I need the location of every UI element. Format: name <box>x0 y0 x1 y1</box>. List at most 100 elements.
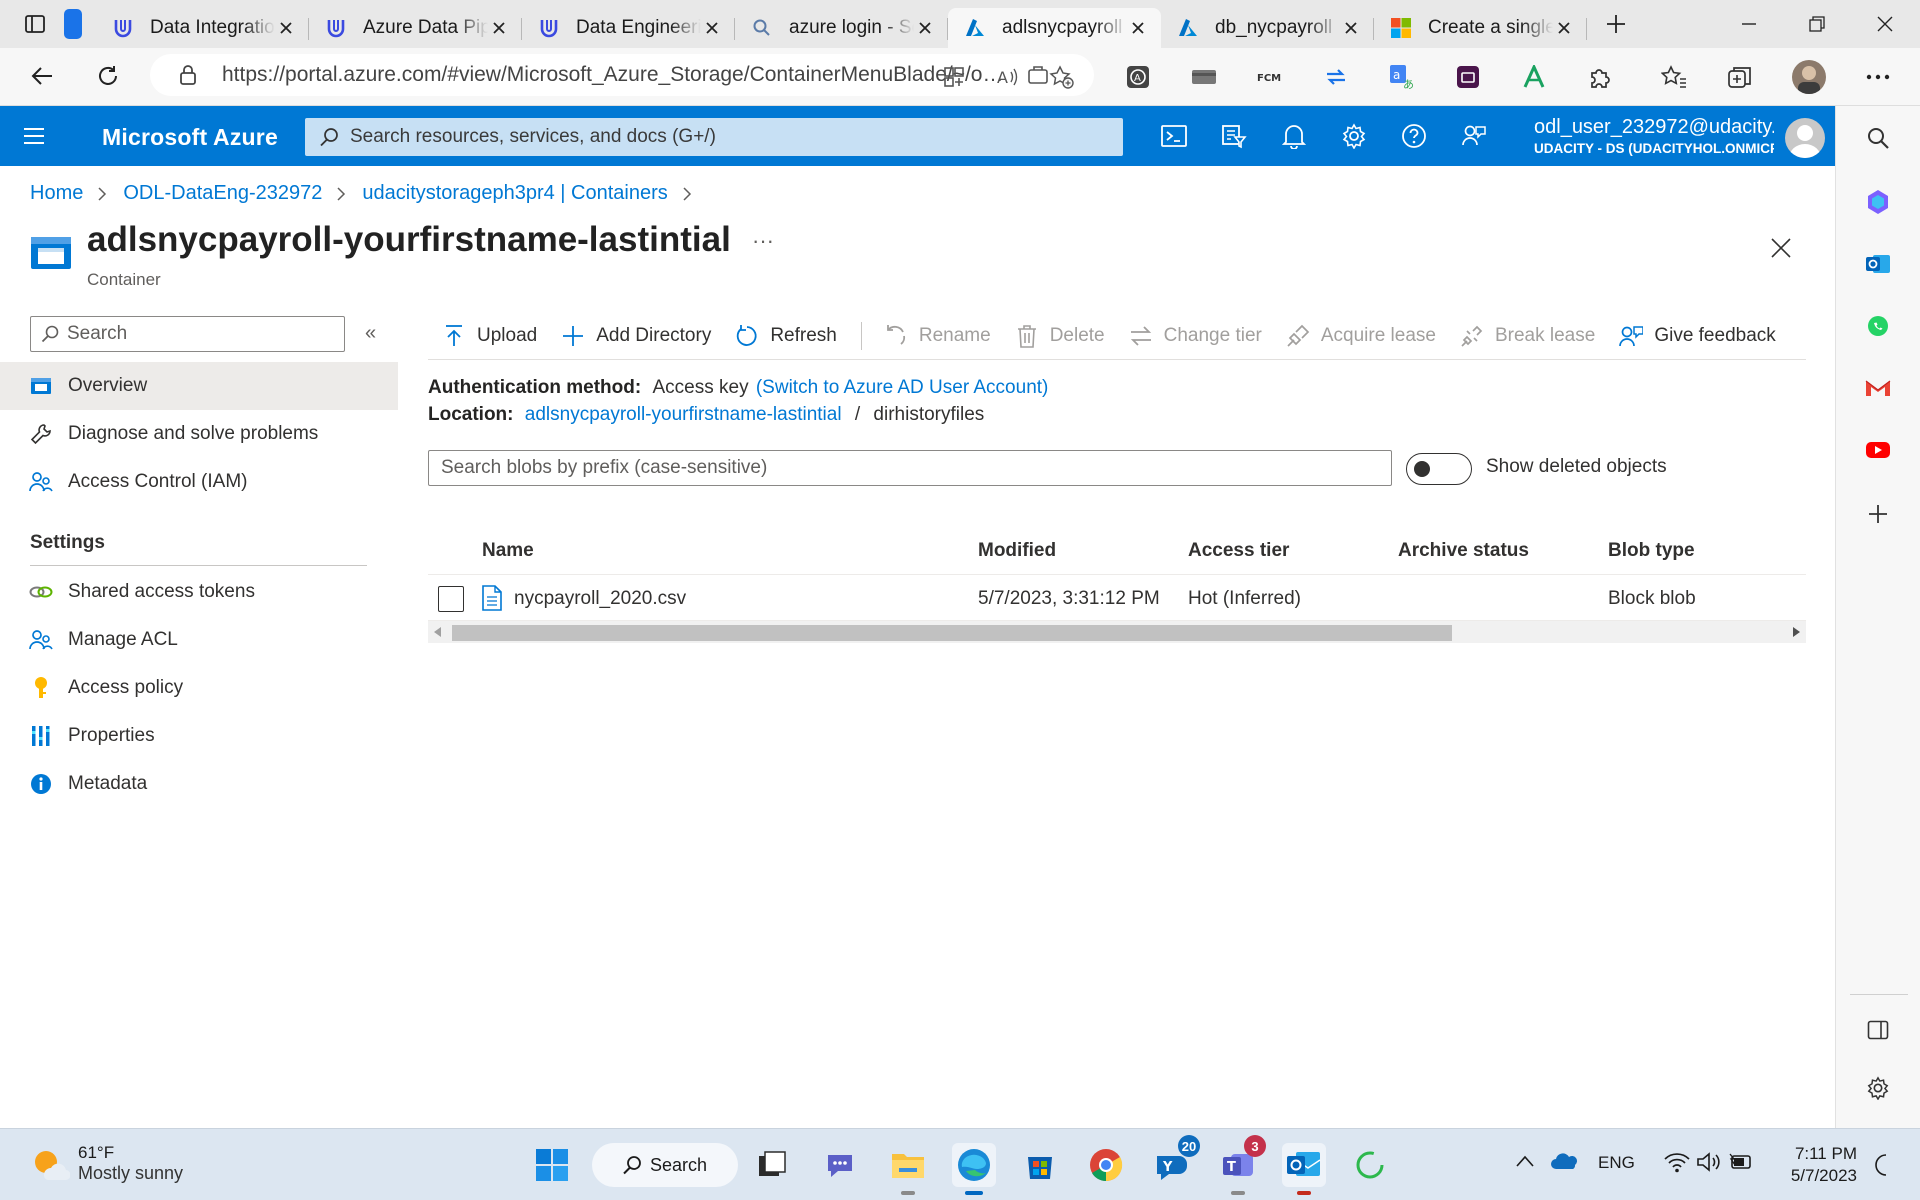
teams-chat-button[interactable] <box>818 1143 862 1187</box>
whatsapp-icon[interactable] <box>1862 310 1894 342</box>
lock-icon[interactable] <box>176 63 200 87</box>
breadcrumb-home[interactable]: Home <box>30 182 83 205</box>
menu-search-input[interactable]: Search <box>30 316 345 352</box>
column-header-blob-type[interactable]: Blob type <box>1608 527 1695 575</box>
back-button[interactable] <box>22 56 62 96</box>
read-aloud-icon[interactable]: A <box>994 63 1022 91</box>
directory-filter-icon[interactable] <box>1218 120 1250 152</box>
search-icon[interactable] <box>1862 122 1894 154</box>
scroll-right-arrow-icon[interactable] <box>1792 627 1800 637</box>
close-window-button[interactable] <box>1852 0 1918 48</box>
break-lease-button[interactable]: Break lease <box>1460 324 1595 348</box>
browser-tab[interactable]: Azure Data Pipelines <box>309 8 522 48</box>
extension-fcm-icon[interactable]: FCM <box>1256 63 1284 91</box>
horizontal-scrollbar[interactable] <box>428 621 1806 643</box>
onedrive-icon[interactable] <box>1550 1151 1578 1171</box>
language-indicator[interactable]: ENG <box>1598 1153 1635 1173</box>
give-feedback-button[interactable]: Give feedback <box>1619 324 1776 348</box>
translate-extension-icon[interactable]: aあ <box>1388 63 1416 91</box>
outlook-icon[interactable] <box>1862 248 1894 280</box>
row-checkbox[interactable] <box>438 586 464 612</box>
user-avatar[interactable] <box>1785 118 1825 158</box>
copilot-icon[interactable] <box>1862 186 1894 218</box>
profile-avatar-icon[interactable] <box>1792 60 1826 94</box>
hide-sidebar-icon[interactable] <box>1862 1014 1894 1046</box>
chrome-button[interactable] <box>1084 1143 1128 1187</box>
apps-icon[interactable] <box>940 63 968 91</box>
global-search-input[interactable]: Search resources, services, and docs (G+… <box>305 118 1123 156</box>
help-icon[interactable] <box>1398 120 1430 152</box>
extension-slack-icon[interactable] <box>1454 63 1482 91</box>
browser-tab[interactable]: azure login - Search <box>735 8 948 48</box>
cloud-shell-icon[interactable] <box>1158 120 1190 152</box>
add-favorite-icon[interactable] <box>1048 63 1076 91</box>
extension-sync-icon[interactable] <box>1322 63 1350 91</box>
scrollbar-thumb[interactable] <box>452 625 1452 641</box>
nav-item-manage-acl[interactable]: Manage ACL <box>0 616 398 664</box>
column-header-modified[interactable]: Modified <box>978 527 1056 575</box>
table-row[interactable]: nycpayroll_2020.csv 5/7/2023, 3:31:12 PM… <box>428 575 1806 621</box>
collections-icon[interactable] <box>1726 63 1754 91</box>
azure-brand[interactable]: Microsoft Azure <box>102 124 278 151</box>
feedback-icon[interactable] <box>1458 120 1490 152</box>
location-container-link[interactable]: adlsnycpayroll-yourfirstname-lastintial <box>525 404 842 425</box>
browser-tab[interactable]: db_nycpayroll <box>1161 8 1374 48</box>
microsoft-store-button[interactable] <box>1018 1143 1062 1187</box>
close-blade-button[interactable] <box>1766 233 1796 263</box>
edge-browser-button[interactable] <box>952 1143 996 1195</box>
delete-button[interactable]: Delete <box>1015 324 1105 348</box>
taskbar-search[interactable]: Search <box>592 1143 738 1187</box>
add-icon[interactable] <box>1862 498 1894 530</box>
switch-auth-link[interactable]: (Switch to Azure AD User Account) <box>756 377 1049 398</box>
system-clock[interactable]: 7:11 PM 5/7/2023 <box>1777 1143 1857 1187</box>
new-tab-button[interactable] <box>1591 4 1641 44</box>
settings-more-icon[interactable] <box>1864 63 1892 91</box>
browser-tab[interactable]: Create a single <box>1374 8 1587 48</box>
yammer-button[interactable]: Y 20 <box>1150 1135 1200 1187</box>
collapse-menu-button[interactable]: « <box>365 322 376 345</box>
browser-tab-active[interactable]: adlsnycpayroll <box>948 8 1161 48</box>
app-available-icon[interactable] <box>1026 63 1050 87</box>
browser-tab[interactable]: Data Integration <box>96 8 309 48</box>
refresh-button[interactable]: Refresh <box>735 324 837 348</box>
loading-app-button[interactable] <box>1348 1143 1392 1187</box>
teams-button[interactable]: T 3 <box>1216 1135 1266 1195</box>
upload-button[interactable]: Upload <box>442 324 537 348</box>
browser-tab[interactable]: Data Engineering <box>522 8 735 48</box>
start-button[interactable] <box>530 1143 574 1187</box>
close-icon[interactable] <box>1553 17 1575 39</box>
youtube-icon[interactable] <box>1862 434 1894 466</box>
file-explorer-button[interactable] <box>886 1143 930 1195</box>
refresh-button[interactable] <box>88 56 128 96</box>
more-options-button[interactable]: ··· <box>752 228 774 254</box>
breadcrumb-containers[interactable]: udacitystorageph3pr4 | Containers <box>362 182 667 205</box>
breadcrumb-resource-group[interactable]: ODL-DataEng-232972 <box>123 182 322 205</box>
wifi-icon[interactable] <box>1664 1151 1690 1173</box>
nav-item-properties[interactable]: Properties <box>0 712 398 760</box>
extensions-puzzle-icon[interactable] <box>1586 63 1614 91</box>
restore-button[interactable] <box>1784 0 1850 48</box>
extension-green-a-icon[interactable] <box>1520 63 1548 91</box>
nav-item-metadata[interactable]: Metadata <box>0 760 398 808</box>
battery-icon[interactable] <box>1728 1151 1754 1173</box>
gmail-icon[interactable] <box>1862 372 1894 404</box>
notification-moon-icon[interactable] <box>1872 1153 1894 1177</box>
task-view-button[interactable] <box>750 1143 794 1187</box>
rename-button[interactable]: Rename <box>884 324 991 348</box>
outlook-button[interactable] <box>1282 1143 1326 1195</box>
extension-a-icon[interactable]: A <box>1124 63 1152 91</box>
close-icon[interactable] <box>275 17 297 39</box>
extension-card-icon[interactable] <box>1190 63 1218 91</box>
nav-item-shared-access-tokens[interactable]: Shared access tokens <box>0 568 398 616</box>
close-icon[interactable] <box>1340 17 1362 39</box>
settings-gear-icon[interactable] <box>1338 120 1370 152</box>
tab-actions-button[interactable] <box>0 0 70 48</box>
volume-icon[interactable] <box>1696 1151 1722 1173</box>
blob-name-link[interactable]: nycpayroll_2020.csv <box>514 575 686 623</box>
column-header-name[interactable]: Name <box>482 527 534 575</box>
favorites-icon[interactable] <box>1660 63 1688 91</box>
blob-prefix-search-input[interactable]: Search blobs by prefix (case-sensitive) <box>428 450 1392 486</box>
column-header-access-tier[interactable]: Access tier <box>1188 527 1289 575</box>
add-directory-button[interactable]: Add Directory <box>561 324 711 348</box>
close-icon[interactable] <box>1127 17 1149 39</box>
